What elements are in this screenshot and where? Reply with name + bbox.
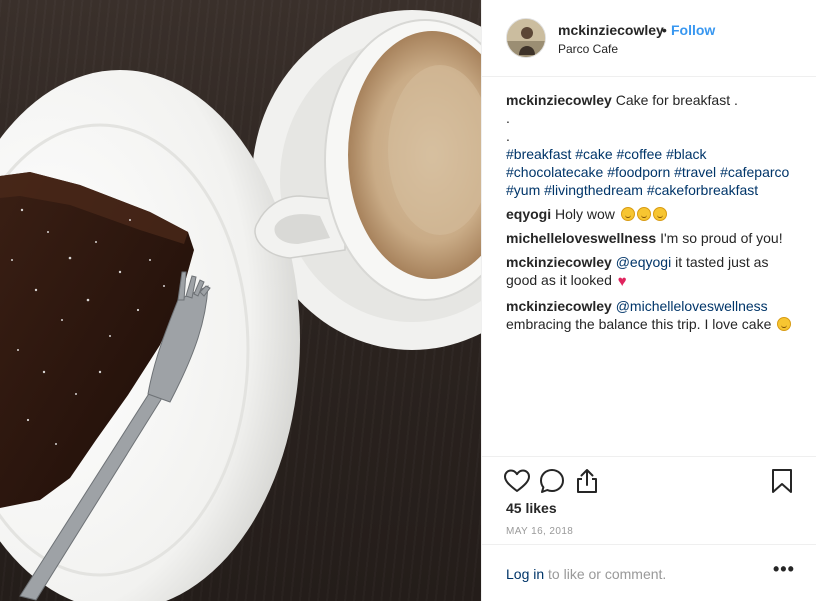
post-date[interactable]: MAY 16, 2018	[506, 526, 573, 537]
comment: mckinziecowley @eqyogi it tasted just as…	[506, 253, 802, 291]
share-icon[interactable]	[573, 467, 601, 495]
action-bar	[482, 456, 816, 506]
bookmark-icon[interactable]	[768, 467, 796, 495]
hashtag[interactable]: #cafeparco	[720, 164, 789, 180]
hashtag[interactable]: #cake	[575, 146, 612, 162]
login-prompt: Log in to like or comment.	[506, 566, 666, 582]
caption: mckinziecowley Cake for breakfast . . . …	[506, 91, 802, 199]
caption-dot-line: .	[506, 128, 510, 144]
hashtag[interactable]: #livingthedream	[544, 182, 643, 198]
avatar-image	[507, 19, 545, 57]
comments-list: mckinziecowley Cake for breakfast . . . …	[506, 91, 802, 339]
caption-text: Cake for breakfast .	[615, 92, 738, 108]
likes-count[interactable]: 45 likes	[506, 500, 557, 516]
avatar[interactable]	[506, 18, 546, 58]
comment-text: Holy wow	[555, 206, 615, 222]
comment-footer: Log in to like or comment. •••	[482, 544, 816, 601]
comment: eqyogi Holy wow	[506, 205, 802, 223]
comment-mention[interactable]: @michelleloveswellness	[616, 298, 768, 314]
comment: mckinziecowley @michelleloveswellness em…	[506, 297, 802, 333]
hashtag[interactable]: #cakeforbreakfast	[647, 182, 758, 198]
comment-username[interactable]: mckinziecowley	[506, 298, 612, 314]
caption-dot-line: .	[506, 110, 510, 126]
location-link[interactable]: Parco Cafe	[558, 42, 618, 56]
red-heart-emoji: ♥	[617, 273, 627, 290]
follow-button[interactable]: Follow	[671, 22, 715, 38]
post-header: mckinziecowley • Follow Parco Cafe	[482, 0, 816, 77]
hashtag[interactable]: #coffee	[617, 146, 663, 162]
hashtag[interactable]: #travel	[674, 164, 716, 180]
hashtag-list: #breakfast #cake #coffee #black #chocola…	[506, 145, 802, 199]
grinning-face-emoji	[620, 207, 635, 221]
grinning-face-emoji	[636, 207, 651, 221]
comment-username[interactable]: michelleloveswellness	[506, 230, 656, 246]
cake-and-coffee-image	[0, 10, 481, 601]
comment-username[interactable]: mckinziecowley	[506, 254, 612, 270]
comment-text: I'm so proud of you!	[660, 230, 783, 246]
hashtag[interactable]: #black	[666, 146, 706, 162]
comment: michelleloveswellness I'm so proud of yo…	[506, 229, 802, 247]
comment-icon[interactable]	[538, 467, 566, 495]
comment-username[interactable]: eqyogi	[506, 206, 551, 222]
comment-text: embracing the balance this trip. I love …	[506, 316, 772, 332]
login-link[interactable]: Log in	[506, 566, 544, 582]
instagram-post: mckinziecowley • Follow Parco Cafe mckin…	[0, 0, 816, 601]
more-options-button[interactable]: •••	[773, 559, 795, 580]
hashtag[interactable]: #yum	[506, 182, 540, 198]
header-separator: •	[662, 22, 667, 38]
grinning-face-emoji	[777, 317, 792, 331]
hashtag[interactable]: #foodporn	[607, 164, 670, 180]
post-side-panel: mckinziecowley • Follow Parco Cafe mckin…	[481, 0, 816, 601]
heart-icon[interactable]	[503, 467, 531, 495]
comment-mention[interactable]: @eqyogi	[616, 254, 671, 270]
hashtag[interactable]: #chocolatecake	[506, 164, 603, 180]
grinning-face-emoji	[652, 207, 667, 221]
hashtag[interactable]: #breakfast	[506, 146, 571, 162]
post-photo[interactable]	[0, 0, 481, 601]
caption-username[interactable]: mckinziecowley	[506, 92, 612, 108]
login-prompt-text: to like or comment.	[544, 566, 667, 582]
header-username[interactable]: mckinziecowley	[558, 22, 664, 38]
